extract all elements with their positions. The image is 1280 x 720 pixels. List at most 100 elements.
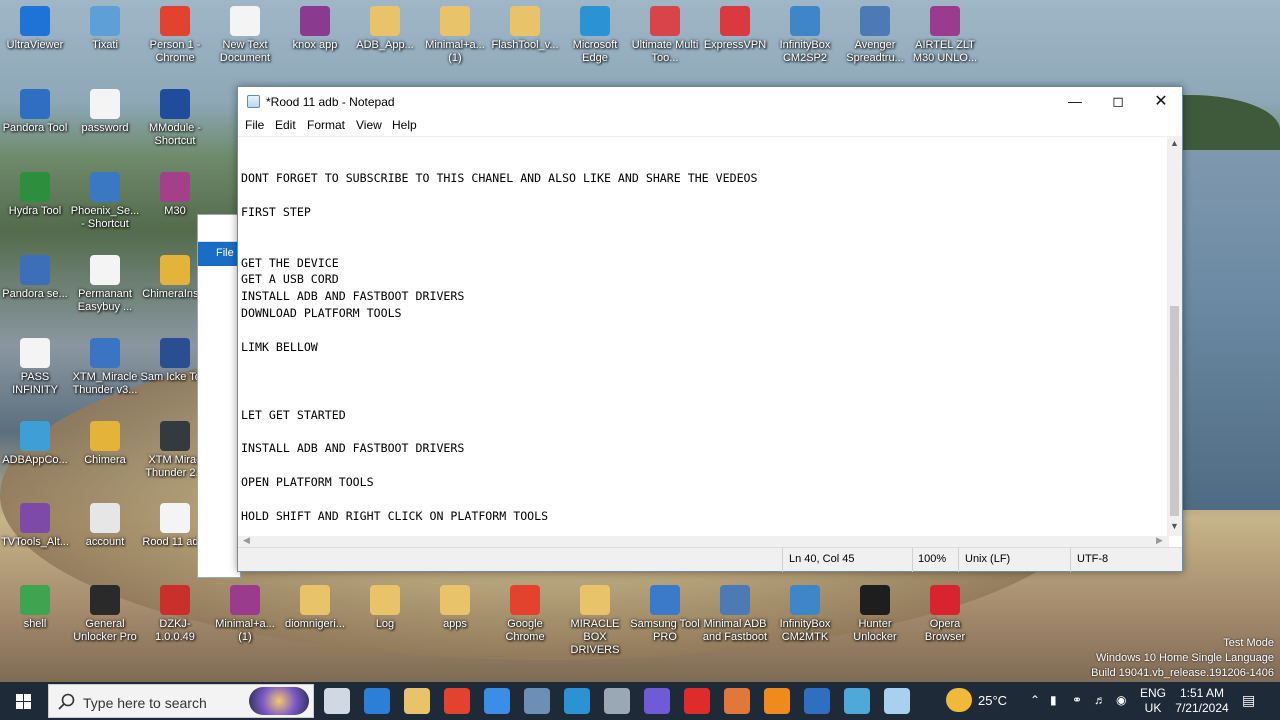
- desktop-icon[interactable]: ADB_App...: [350, 6, 420, 52]
- network-icon[interactable]: ⚭: [1072, 693, 1082, 707]
- desktop-icon[interactable]: shell: [0, 585, 70, 631]
- desktop-icon[interactable]: Ultimate Multi Too...: [630, 6, 700, 65]
- taskbar-orange-app-icon[interactable]: [764, 688, 790, 714]
- desktop-icon[interactable]: MModule - Shortcut: [140, 89, 210, 148]
- desktop-icon[interactable]: Person 1 - Chrome: [140, 6, 210, 65]
- notification-icon[interactable]: ▤: [1242, 692, 1255, 709]
- globe-icon[interactable]: ◉: [1116, 693, 1126, 707]
- watermark-line: Test Mode: [1223, 637, 1274, 649]
- menu-format[interactable]: Format: [307, 118, 345, 132]
- clock-date: 7/21/2024: [1175, 701, 1229, 715]
- desktop-icon[interactable]: Minimal+a... (1): [210, 585, 280, 644]
- volume-icon[interactable]: ♬: [1094, 693, 1106, 707]
- desktop-icon[interactable]: Hunter Unlocker: [840, 585, 910, 644]
- desktop-icon[interactable]: Minimal ADB and Fastboot: [700, 585, 770, 644]
- notepad-statusbar: Ln 40, Col 45 100% Unix (LF) UTF-8: [238, 547, 1182, 572]
- desktop-icon[interactable]: New Text Document: [210, 6, 280, 65]
- close-button[interactable]: ✕: [1139, 87, 1183, 116]
- desktop-icon[interactable]: Pandora Tool: [0, 89, 70, 135]
- desktop-icon[interactable]: apps: [420, 585, 490, 631]
- desktop-icon[interactable]: Permanant Easybuy ...: [70, 255, 140, 314]
- desktop-icon[interactable]: Minimal+a... (1): [420, 6, 490, 65]
- desktop-icon[interactable]: Opera Browser: [910, 585, 980, 644]
- menu-file[interactable]: File: [245, 118, 264, 132]
- desktop-icon[interactable]: M30: [140, 172, 210, 218]
- desktop-icon[interactable]: DZKJ-1.0.0.49: [140, 585, 210, 644]
- taskbar-store-icon[interactable]: [484, 688, 510, 714]
- menu-help[interactable]: Help: [392, 118, 417, 132]
- desktop-icon[interactable]: FlashTool_v...: [490, 6, 560, 52]
- taskbar-search-box[interactable]: Type here to search: [48, 684, 314, 718]
- desktop-icon-label: MIRACLE BOX DRIVERS: [570, 618, 620, 656]
- status-line-ending: Unix (LF): [965, 553, 1011, 565]
- desktop-icon[interactable]: ExpressVPN: [700, 6, 770, 52]
- notepad-text-area[interactable]: DONT FORGET TO SUBSCRIBE TO THIS CHANEL …: [238, 136, 1169, 541]
- desktop-icon[interactable]: ADBAppCo...: [0, 421, 70, 467]
- explorer-window-behind[interactable]: File: [197, 214, 241, 578]
- desktop-icon[interactable]: General Unlocker Pro: [70, 585, 140, 644]
- start-button[interactable]: [8, 682, 40, 720]
- taskbar-presentation-app-icon[interactable]: [724, 688, 750, 714]
- app-icon: [650, 585, 680, 615]
- minimize-button[interactable]: —: [1053, 87, 1097, 116]
- desktop-icon[interactable]: InfinityBox CM2MTK: [770, 585, 840, 644]
- chevron-up-icon[interactable]: ⌃: [1030, 693, 1040, 707]
- desktop-icon[interactable]: AIRTEL ZLT M30 UNLO...: [910, 6, 980, 65]
- desktop-icon[interactable]: PASS INFINITY: [0, 338, 70, 397]
- language-indicator[interactable]: ENG UK: [1140, 686, 1166, 716]
- taskbar-chrome-icon[interactable]: [444, 688, 470, 714]
- taskbar-infinity-app-icon[interactable]: [844, 688, 870, 714]
- clock[interactable]: 1:51 AM 7/21/2024: [1172, 686, 1232, 716]
- menu-edit[interactable]: Edit: [275, 118, 296, 132]
- scroll-down-icon[interactable]: ▼: [1167, 521, 1182, 531]
- desktop-icon[interactable]: UltraViewer: [0, 6, 70, 52]
- desktop-icon[interactable]: Phoenix_Se... - Shortcut: [70, 172, 140, 231]
- menu-view[interactable]: View: [356, 118, 382, 132]
- desktop-icon[interactable]: password: [70, 89, 140, 135]
- desktop-icon[interactable]: Hydra Tool: [0, 172, 70, 218]
- taskbar-youtube-icon[interactable]: [684, 688, 710, 714]
- battery-icon[interactable]: ▮: [1050, 693, 1057, 707]
- region-code: UK: [1144, 701, 1162, 715]
- vertical-scrollbar[interactable]: ▲ ▼: [1167, 136, 1182, 536]
- taskbar-windows-app-icon[interactable]: [604, 688, 630, 714]
- taskbar-task-view-icon[interactable]: [324, 688, 350, 714]
- scroll-right-icon[interactable]: ▶: [1156, 535, 1163, 546]
- taskbar-pandora-app-icon[interactable]: [804, 688, 830, 714]
- status-divider: [782, 548, 783, 572]
- scroll-left-icon[interactable]: ◀: [243, 535, 250, 546]
- desktop-icon-label: XTM_Miracle Thunder v3...: [72, 371, 138, 396]
- taskbar-desktop-app-icon[interactable]: [524, 688, 550, 714]
- scroll-up-icon[interactable]: ▲: [1167, 138, 1182, 148]
- explorer-file-tab[interactable]: File: [198, 242, 240, 266]
- desktop-icon[interactable]: Microsoft Edge: [560, 6, 630, 65]
- desktop-icon[interactable]: InfinityBox CM2SP2: [770, 6, 840, 65]
- desktop-icon[interactable]: Avenger Spreadtru...: [840, 6, 910, 65]
- desktop-icon[interactable]: Tixati: [70, 6, 140, 52]
- weather-icon[interactable]: [946, 688, 972, 712]
- maximize-button[interactable]: ◻: [1096, 87, 1140, 116]
- desktop-icon[interactable]: Log: [350, 585, 420, 631]
- app-icon: [510, 585, 540, 615]
- taskbar-file-explorer-icon[interactable]: [404, 688, 430, 714]
- desktop-icon[interactable]: MIRACLE BOX DRIVERS: [560, 585, 630, 657]
- taskbar-notepad-app-icon[interactable]: [884, 688, 910, 714]
- desktop-icon[interactable]: Google Chrome: [490, 585, 560, 644]
- taskbar-bing-app-icon[interactable]: [644, 688, 670, 714]
- status-divider: [1070, 548, 1071, 572]
- weather-temperature[interactable]: 25°C: [978, 693, 1007, 708]
- horizontal-scrollbar[interactable]: ◀ ▶: [238, 535, 1169, 547]
- desktop-icon[interactable]: XTM_Miracle Thunder v3...: [70, 338, 140, 397]
- taskbar-edge-icon[interactable]: [564, 688, 590, 714]
- desktop-icon[interactable]: account: [70, 503, 140, 549]
- taskbar-mail-icon[interactable]: [364, 688, 390, 714]
- desktop-icon[interactable]: Pandora se...: [0, 255, 70, 301]
- notepad-titlebar[interactable]: *Rood 11 adb - Notepad — ◻ ✕: [238, 87, 1182, 116]
- notepad-window[interactable]: *Rood 11 adb - Notepad — ◻ ✕ File Edit F…: [237, 86, 1183, 572]
- desktop-icon[interactable]: TVTools_Alt...: [0, 503, 70, 549]
- desktop-icon[interactable]: diomnigeri...: [280, 585, 350, 631]
- desktop-icon[interactable]: Samsung Tool PRO: [630, 585, 700, 644]
- desktop-icon[interactable]: Chimera: [70, 421, 140, 467]
- desktop-icon[interactable]: knox app: [280, 6, 350, 52]
- scrollbar-thumb[interactable]: [1170, 306, 1179, 516]
